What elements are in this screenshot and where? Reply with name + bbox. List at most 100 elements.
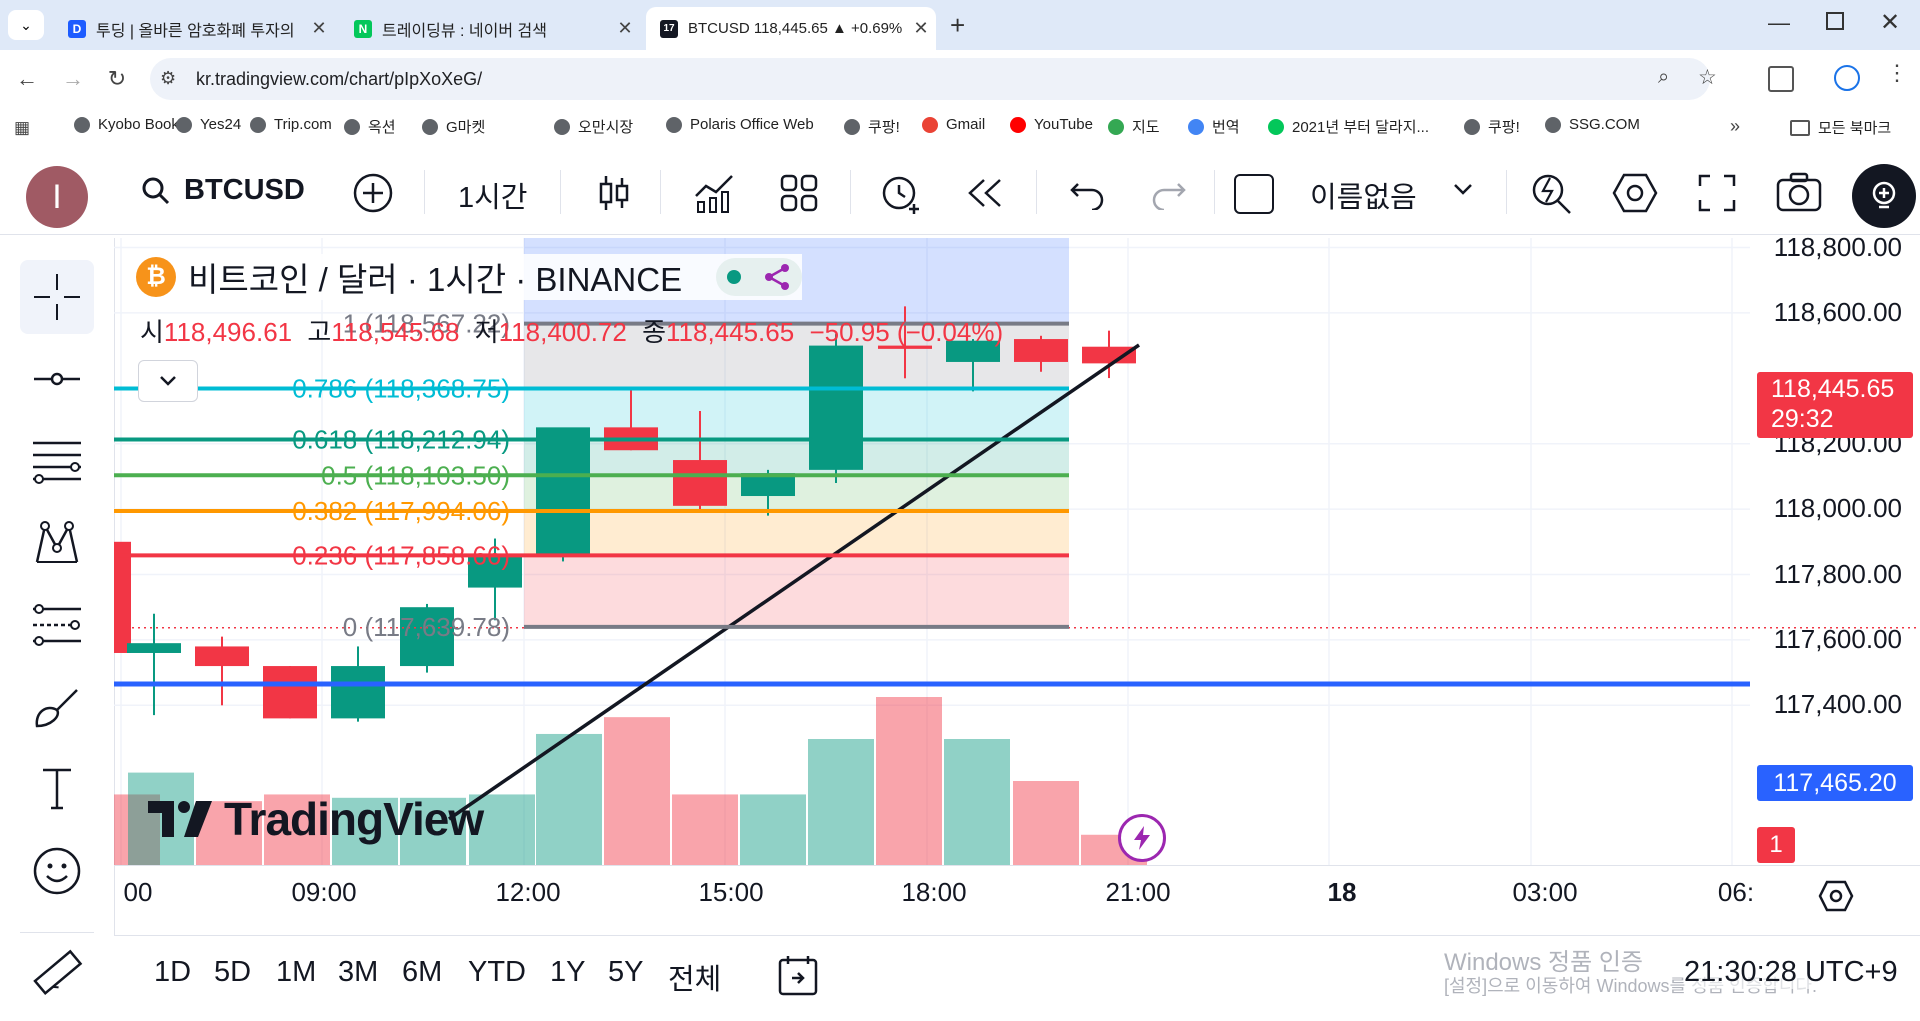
range-button[interactable]: YTD [468, 956, 526, 989]
crosshair-tool[interactable] [20, 260, 94, 334]
trend-line-tool[interactable] [20, 342, 94, 416]
new-tab-button[interactable]: + [950, 10, 965, 41]
zoom-icon[interactable]: ⌕ [1658, 66, 1669, 89]
layout-name[interactable]: 이름없음 [1310, 174, 1417, 216]
candle-body[interactable] [114, 541, 131, 653]
price-tick-label: 117,600.00 [1773, 623, 1902, 654]
legend-status[interactable] [716, 258, 803, 296]
reload-button[interactable]: ↻ [102, 64, 132, 94]
bookmark-item[interactable]: Trip.com [250, 116, 332, 133]
range-button[interactable]: 1D [154, 956, 191, 989]
range-button[interactable]: 전체 [668, 956, 721, 998]
bookmark-item[interactable]: Kyobo Book [74, 116, 179, 133]
redo-icon[interactable] [1150, 176, 1188, 210]
close-window-button[interactable]: ✕ [1880, 8, 1900, 37]
minimize-button[interactable]: — [1768, 10, 1790, 36]
bookmark-item[interactable]: 오만시장 [554, 116, 633, 137]
alert-count-badge[interactable]: 1 [1757, 827, 1795, 863]
fib-tool[interactable] [20, 424, 94, 498]
candle-body[interactable] [127, 643, 181, 653]
bookmark-item[interactable]: YouTube [1010, 116, 1093, 133]
star-icon[interactable]: ☆ [1698, 65, 1717, 90]
close-icon[interactable]: ✕ [304, 18, 334, 39]
fullscreen-icon[interactable] [1698, 174, 1736, 212]
brush-tool[interactable] [20, 670, 94, 744]
all-bookmarks-folder[interactable]: 모든 북마크 [1790, 117, 1891, 138]
restore-button[interactable] [1826, 12, 1844, 30]
candle-body[interactable] [673, 460, 727, 506]
settings-icon[interactable] [1612, 172, 1658, 214]
publish-button[interactable] [1852, 164, 1916, 228]
bookmark-item[interactable]: Gmail [922, 116, 985, 133]
interval-selector[interactable]: 1시간 [458, 174, 528, 216]
tab-tradingview-active[interactable]: 17 BTCUSD 118,445.65 ▲ +0.69% ✕ [646, 7, 936, 50]
candle-body[interactable] [1014, 339, 1068, 362]
tab-touding[interactable]: D 투딩 | 올바른 암호화폐 투자의 ✕ [54, 7, 334, 50]
candle-body[interactable] [331, 666, 385, 719]
camera-icon[interactable] [1776, 172, 1822, 212]
ruler-tool[interactable] [20, 938, 94, 1012]
bookmark-item[interactable]: SSG.COM [1545, 116, 1640, 133]
text-tool[interactable] [20, 752, 94, 826]
tab-naver[interactable]: N 트레이딩뷰 : 네이버 검색 ✕ [340, 7, 640, 50]
bookmark-item[interactable]: G마켓 [422, 116, 485, 137]
bookmark-item[interactable]: 2021년 부터 달라지... [1268, 116, 1429, 137]
layout-icon[interactable] [1234, 174, 1274, 214]
flash-event-icon[interactable] [1118, 814, 1166, 862]
menu-icon[interactable]: ⋮ [1886, 60, 1908, 86]
candle-body[interactable] [1082, 346, 1136, 364]
range-button[interactable]: 5Y [608, 956, 643, 989]
candle-body[interactable] [263, 666, 317, 719]
scale-settings-icon[interactable] [1818, 880, 1854, 912]
bookmark-item[interactable]: 번역 [1188, 116, 1240, 137]
forward-button[interactable]: → [58, 64, 88, 94]
legend-toggle-button[interactable] [138, 360, 198, 402]
candle-body[interactable] [195, 646, 249, 667]
quick-search-icon[interactable] [1530, 170, 1574, 216]
candle-body[interactable] [536, 427, 590, 555]
close-icon[interactable]: ✕ [610, 18, 640, 39]
bookmark-item[interactable]: 옥션 [344, 116, 396, 137]
tv-logo-icon [148, 801, 212, 837]
bookmark-item[interactable]: 지도 [1108, 116, 1160, 137]
extensions-icon[interactable] [1768, 66, 1794, 92]
alert-clock-icon[interactable] [878, 170, 924, 216]
templates-icon[interactable] [778, 172, 820, 214]
bookmark-item[interactable]: Polaris Office Web [666, 116, 814, 133]
back-button[interactable]: ← [12, 64, 42, 94]
symbol-search[interactable]: BTCUSD [140, 174, 305, 207]
bookmark-item[interactable]: 쿠팡! [844, 116, 900, 137]
clock-timezone[interactable]: 21:30:28 UTC+9 [1684, 956, 1898, 989]
range-button[interactable]: 1M [276, 956, 316, 989]
range-button[interactable]: 5D [214, 956, 251, 989]
undo-icon[interactable] [1068, 176, 1106, 210]
bookmark-item[interactable]: 쿠팡! [1464, 116, 1520, 137]
price-tick-label: 117,400.00 [1773, 689, 1902, 720]
url-text[interactable]: kr.tradingview.com/chart/pIpXoXeG/ [196, 69, 482, 90]
indicators-icon[interactable] [692, 172, 736, 214]
range-button[interactable]: 3M [338, 956, 378, 989]
range-button[interactable]: 6M [402, 956, 442, 989]
emoji-tool[interactable] [20, 834, 94, 908]
avatar[interactable]: I [26, 166, 88, 228]
pattern-tool[interactable] [20, 506, 94, 580]
chevron-down-icon[interactable] [1452, 182, 1474, 198]
site-info-icon[interactable]: ⚙ [160, 68, 176, 89]
toolbar-divider [850, 170, 851, 214]
legend-title[interactable]: 비트코인 / 달러 · 1시간 · BINANCE [188, 253, 682, 301]
profile-icon[interactable] [1834, 65, 1860, 91]
time-scale[interactable] [114, 865, 1920, 936]
goto-date-icon[interactable] [776, 954, 820, 998]
compare-add-icon[interactable] [352, 172, 394, 214]
candle-body[interactable] [809, 345, 863, 470]
close-icon[interactable]: ✕ [906, 18, 936, 39]
candle-type-icon[interactable] [596, 172, 632, 214]
bookmark-item[interactable]: Yes24 [176, 116, 241, 133]
apps-grid-icon[interactable]: ▦ [14, 118, 30, 138]
range-button[interactable]: 1Y [550, 956, 585, 989]
forecast-tool[interactable] [20, 588, 94, 662]
more-bookmarks-icon[interactable]: » [1730, 116, 1740, 137]
tab-search-button[interactable]: ⌄ [8, 10, 44, 40]
replay-icon[interactable] [966, 176, 1006, 210]
omnibox[interactable]: ⚙ kr.tradingview.com/chart/pIpXoXeG/ ⌕ ☆ [150, 58, 1717, 100]
